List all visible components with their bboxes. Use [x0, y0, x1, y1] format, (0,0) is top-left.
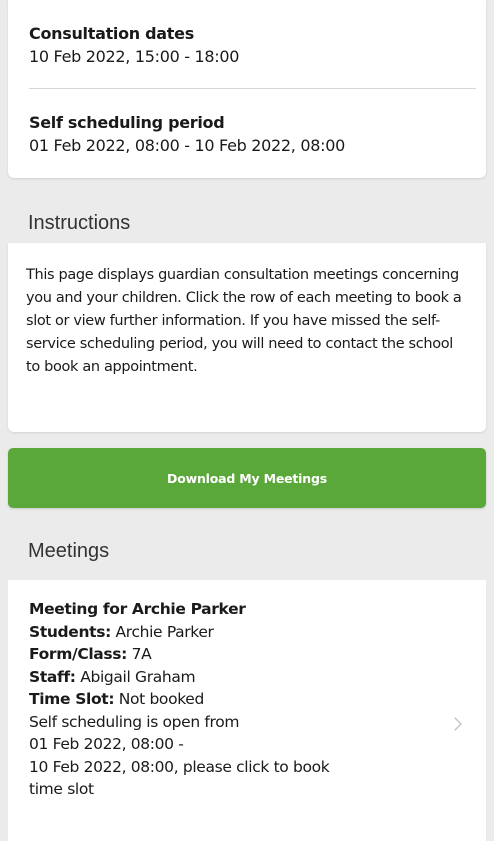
- scheduling-note-line-3: 10 Feb 2022, 08:00, please click to book: [29, 757, 330, 776]
- chevron-right-icon: [454, 717, 462, 731]
- form-class-label: Form/Class:: [29, 645, 128, 663]
- meeting-students: Students: Archie Parker: [29, 621, 429, 644]
- divider: [29, 88, 476, 89]
- consultation-info-card: Consultation dates 10 Feb 2022, 15:00 - …: [8, 0, 486, 178]
- download-my-meetings-button[interactable]: Download My Meetings: [8, 448, 486, 508]
- consultation-dates-block: Consultation dates 10 Feb 2022, 15:00 - …: [29, 23, 466, 69]
- scheduling-note-line-1: Self scheduling is open from: [29, 712, 240, 731]
- instructions-header: Instructions: [8, 197, 486, 243]
- time-slot-value: Not booked: [114, 690, 205, 708]
- consultation-dates-value: 10 Feb 2022, 15:00 - 18:00: [29, 47, 240, 66]
- staff-value: Abigail Graham: [75, 667, 196, 686]
- form-class-value: 7A: [127, 645, 152, 663]
- self-scheduling-period-label: Self scheduling period: [29, 113, 225, 132]
- meeting-form-class: Form/Class: 7A: [29, 643, 429, 666]
- time-slot-label: Time Slot:: [29, 690, 115, 708]
- meeting-details: Meeting for Archie Parker Students: Arch…: [29, 598, 429, 801]
- scheduling-note-line-2: 01 Feb 2022, 08:00 -: [29, 735, 184, 753]
- scheduling-note-line-4: time slot: [29, 780, 94, 798]
- students-label: Students:: [29, 622, 111, 641]
- consultation-dates-label: Consultation dates: [29, 24, 194, 43]
- meeting-time-slot: Time Slot: Not booked: [29, 688, 429, 711]
- staff-label: Staff:: [29, 667, 76, 686]
- meeting-staff: Staff: Abigail Graham: [29, 666, 429, 689]
- instructions-text: This page displays guardian consultation…: [26, 267, 462, 375]
- students-value: Archie Parker: [110, 622, 214, 641]
- meeting-row[interactable]: Meeting for Archie Parker Students: Arch…: [8, 580, 486, 841]
- meetings-header: Meetings: [8, 518, 486, 580]
- self-scheduling-period-value: 01 Feb 2022, 08:00 - 10 Feb 2022, 08:00: [29, 136, 345, 155]
- self-scheduling-period-block: Self scheduling period 01 Feb 2022, 08:0…: [29, 112, 466, 158]
- meeting-title: Meeting for Archie Parker: [29, 600, 246, 618]
